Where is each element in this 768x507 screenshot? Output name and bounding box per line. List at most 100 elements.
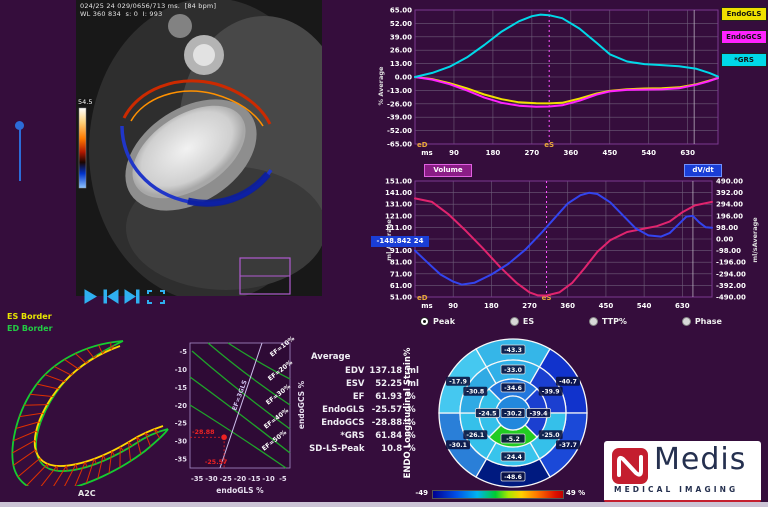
chart-graphic: 196.00 xyxy=(716,212,743,220)
frame-slider-thumb[interactable] xyxy=(15,121,24,130)
chart-graphic: -65.00 xyxy=(387,141,412,149)
chart-graphic xyxy=(43,413,44,414)
cursor-value-tooltip: -148.842 24 xyxy=(371,236,429,247)
a2c-view-label: A2C xyxy=(78,489,96,498)
chart-graphic: 360 xyxy=(564,149,579,157)
chart-graphic xyxy=(86,459,94,483)
series-volume xyxy=(415,198,712,295)
chart-graphic xyxy=(160,300,164,303)
chart-graphic: -40.7 xyxy=(559,379,577,386)
chart-graphic: ms xyxy=(421,302,432,310)
chart-graphic: -52.00 xyxy=(387,127,412,135)
mode-radio-es[interactable]: ES xyxy=(510,317,534,326)
chart-graphic: 61.00 xyxy=(390,282,412,290)
mode-radio-peak[interactable]: Peak xyxy=(420,317,455,326)
mode-radio-phase[interactable]: Phase xyxy=(682,317,722,326)
volume-chart[interactable]: 151.00141.00131.00121.00111.00101.0091.0… xyxy=(380,163,768,313)
chart-graphic xyxy=(160,291,164,294)
chart-graphic xyxy=(193,44,215,66)
chart-graphic xyxy=(45,375,64,382)
chart-graphic: 540 xyxy=(637,302,652,310)
chart-graphic xyxy=(37,384,58,389)
chart-graphic xyxy=(168,14,192,38)
chart-graphic: -25 xyxy=(175,420,188,428)
chart-graphic: -33.0 xyxy=(504,367,523,374)
legend-grs: *GRS xyxy=(721,53,767,67)
bullseye-plot[interactable]: -43.3-40.7-37.7-48.6-30.1-17.9-33.0-39.9… xyxy=(425,334,605,492)
chart-graphic xyxy=(18,458,40,476)
strain-colorbar xyxy=(432,490,564,499)
chart-graphic xyxy=(50,466,66,486)
chart-graphic: 90 xyxy=(448,302,458,310)
chart-graphic: -294.00 xyxy=(716,270,746,278)
mri-image xyxy=(76,0,322,296)
chart-graphic xyxy=(24,405,47,406)
chart-graphic: 26.00 xyxy=(390,47,412,55)
chart-graphic: 98.00 xyxy=(716,224,738,232)
chart-graphic xyxy=(128,442,130,461)
chart-graphic xyxy=(13,431,36,441)
chart-graphic: -196.00 xyxy=(716,259,746,267)
chart-graphic xyxy=(76,464,77,469)
chart-graphic: -30 xyxy=(205,475,218,483)
chart-graphic xyxy=(13,450,35,465)
chart-graphic: 151.00 xyxy=(385,178,412,186)
chart-graphic: -43.3 xyxy=(504,347,522,354)
medis-logo: Medis MEDICAL IMAGING xyxy=(604,441,761,503)
chart-graphic: -39.00 xyxy=(387,114,412,122)
chart-graphic: 180 xyxy=(484,302,499,310)
chart-graphic xyxy=(75,354,86,364)
ed-border-outer xyxy=(12,341,168,486)
skip-back-button[interactable] xyxy=(104,290,118,303)
chart-graphic xyxy=(148,291,152,294)
chart-graphic: 450 xyxy=(599,302,614,310)
chart-graphic xyxy=(64,359,78,368)
chart-graphic xyxy=(120,447,123,451)
frame-slider-track[interactable] xyxy=(19,129,21,181)
chart-graphic: -24.4 xyxy=(504,454,523,461)
logo-name: Medis xyxy=(654,442,746,477)
chart-graphic xyxy=(54,366,71,375)
chart-graphic xyxy=(87,349,94,358)
chart-graphic xyxy=(19,413,42,417)
chart-graphic xyxy=(103,455,106,460)
chart-graphic: 0.00 xyxy=(395,74,412,82)
mri-viewport[interactable] xyxy=(76,0,322,296)
bullseye-mode-selector: Peak ES TTP% Phase xyxy=(420,317,722,326)
chart-graphic: 0.00 xyxy=(716,236,733,244)
chart-graphic xyxy=(104,290,107,303)
chart-graphic: -26.1 xyxy=(466,432,484,439)
logo-subtitle: MEDICAL IMAGING xyxy=(614,485,738,494)
chart-graphic xyxy=(148,300,152,303)
strain-chart[interactable]: 65.0052.0039.0026.0013.000.00-13.00-26.0… xyxy=(380,0,768,162)
legend-endogls: EndoGLS xyxy=(721,7,767,21)
chart-graphic xyxy=(108,290,118,303)
mode-radio-ttp[interactable]: TTP% xyxy=(589,317,627,326)
chart-graphic xyxy=(58,388,59,389)
colorbar-min-label: -49 xyxy=(406,489,428,497)
chart-graphic: 13.00 xyxy=(390,60,412,68)
chart-graphic: -30 xyxy=(175,438,188,446)
chart-graphic: -98.00 xyxy=(716,247,741,255)
skip-forward-button[interactable] xyxy=(125,290,139,303)
legend-endogcs: EndoGCS xyxy=(721,30,767,44)
chart-graphic: -10 xyxy=(175,366,188,374)
chart-graphic: 630 xyxy=(680,149,695,157)
chart-graphic xyxy=(85,290,164,303)
chart-graphic: -10 xyxy=(262,475,275,483)
play-button[interactable] xyxy=(85,290,96,303)
radio-icon xyxy=(510,317,519,326)
a2c-contour-view[interactable] xyxy=(5,336,177,486)
chart-graphic xyxy=(63,464,76,486)
radio-icon xyxy=(420,317,429,326)
chart-graphic: -25.57 xyxy=(205,459,228,466)
chart-graphic: 90 xyxy=(449,149,459,157)
chart-graphic: 392.00 xyxy=(716,189,743,197)
chart-graphic: 450 xyxy=(602,149,617,157)
chart-graphic xyxy=(16,422,39,429)
chart-graphic: endoGLS % xyxy=(216,486,264,495)
fullscreen-button[interactable] xyxy=(148,291,164,303)
ef-data-point xyxy=(221,434,227,440)
chart-graphic: -39.9 xyxy=(542,389,560,396)
chart-graphic: -20 xyxy=(175,402,188,410)
